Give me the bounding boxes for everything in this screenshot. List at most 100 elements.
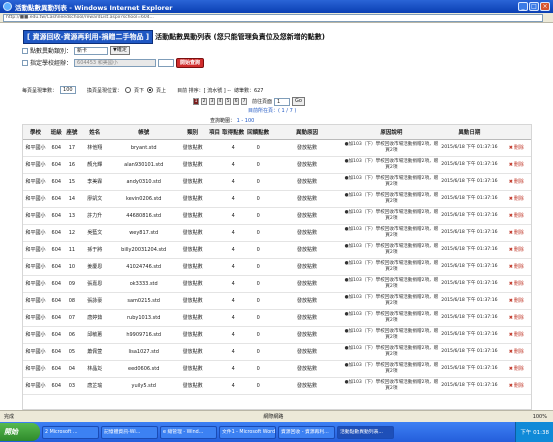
position-top-radio[interactable] — [147, 87, 154, 93]
minimize-button[interactable]: _ — [518, 2, 528, 11]
reason-cell: 發放點數 — [270, 360, 344, 378]
sort-info: 目前 排序：[ 流水號 ] -- — [177, 87, 231, 94]
delete-link[interactable]: ✖刪除 — [499, 309, 531, 327]
delete-icon: ✖ — [508, 246, 513, 253]
date-cell: 2015/6/18 下午 01:37:16 — [439, 326, 500, 344]
delete-icon: ✖ — [508, 144, 513, 151]
delete-link[interactable]: ✖刪除 — [499, 326, 531, 344]
delete-link[interactable]: ✖刪除 — [499, 139, 531, 157]
points-cell: 4 — [220, 309, 246, 327]
delete-link[interactable]: ✖刪除 — [499, 207, 531, 225]
page-button[interactable]: 2 — [201, 98, 207, 105]
description-cell: ●加103（下）學校回收市場活動捐贈2項，贈買2項 — [343, 292, 440, 310]
school-cell: 和平國小 — [23, 190, 48, 208]
reason-cell: 發放點數 — [270, 139, 344, 157]
class-cell: 604 — [47, 343, 65, 361]
category-cell: 發放點數 — [177, 343, 209, 361]
class-cell: 604 — [47, 309, 65, 327]
taskbar-item[interactable]: 記憶體資訊-Wi... — [101, 425, 158, 439]
school-checkbox[interactable] — [22, 59, 28, 66]
search-button[interactable]: 開始查詢 — [176, 57, 205, 68]
account-cell: 44680816.std — [110, 207, 177, 225]
feedback-cell: 0 — [245, 241, 271, 259]
category-confirm-button[interactable]: ▼確定 — [110, 46, 130, 55]
feedback-cell: 0 — [245, 258, 271, 276]
close-button[interactable]: × — [540, 2, 550, 11]
zoom-level[interactable]: 100% — [533, 414, 547, 420]
page-button[interactable]: 4 — [217, 98, 223, 105]
school-select[interactable]: 604453 和美國小 — [74, 58, 157, 67]
col-header[interactable]: 類別 — [177, 125, 209, 140]
page-button[interactable]: 3 — [209, 98, 215, 105]
delete-link[interactable]: ✖刪除 — [499, 190, 531, 208]
results-table: 學校 班級 座號 姓名 帳號 類別 項目 取得點數 回饋點數 異動原因 原因說明… — [22, 124, 532, 410]
col-header[interactable]: 學校 — [23, 125, 48, 140]
class-cell: 604 — [47, 224, 65, 242]
delete-link[interactable]: ✖刪除 — [499, 241, 531, 259]
per-page-select[interactable]: 100 — [60, 86, 77, 94]
class-cell: 604 — [47, 377, 65, 395]
taskbar-item[interactable]: 2 Microsoft ... — [42, 425, 99, 439]
page-button[interactable]: 5 — [225, 98, 231, 105]
maximize-button[interactable]: □ — [529, 2, 539, 11]
feedback-cell: 0 — [245, 190, 271, 208]
url-field[interactable]: http://■■.edu.tw/Cashneedschool/rewardLi… — [3, 14, 543, 22]
goto-input[interactable]: 1 — [274, 97, 291, 106]
delete-label: 刪除 — [513, 229, 524, 236]
position-bottom-radio[interactable] — [125, 87, 132, 93]
col-header[interactable]: 異動日期 — [439, 125, 500, 140]
taskbar: 開始 2 Microsoft ... 記憶體資訊-Wi... e 總管理 - W… — [0, 422, 553, 442]
col-header[interactable]: 姓名 — [79, 125, 111, 140]
feedback-cell: 0 — [245, 360, 271, 378]
feedback-cell: 0 — [245, 309, 271, 327]
col-header[interactable]: 原因說明 — [343, 125, 440, 140]
reason-cell: 發放點數 — [270, 258, 344, 276]
reason-cell: 發放點數 — [270, 173, 344, 191]
delete-link[interactable]: ✖刪除 — [499, 224, 531, 242]
delete-link[interactable]: ✖刪除 — [499, 156, 531, 174]
description-cell: ●加103（下）學校回收市場活動捐贈2項，贈買2項 — [343, 190, 440, 208]
taskbar-item[interactable]: e 總管理 - Wind... — [160, 425, 217, 439]
taskbar-item[interactable]: 文件1 - Microsoft Word — [219, 425, 276, 439]
col-header[interactable]: 異動原因 — [270, 125, 344, 140]
go-button[interactable]: Go — [292, 97, 305, 106]
school-code-input[interactable] — [158, 58, 175, 67]
status-text: 完成 — [4, 414, 15, 420]
name-cell: 邱敏蕙 — [79, 326, 111, 344]
start-button[interactable]: 開始 — [0, 423, 40, 441]
delete-label: 刪除 — [513, 331, 524, 338]
account-cell: andy0310.std — [110, 173, 177, 191]
delete-link[interactable]: ✖刪除 — [499, 360, 531, 378]
delete-link[interactable]: ✖刪除 — [499, 173, 531, 191]
taskbar-item[interactable]: 活動點數異動列表... — [337, 425, 394, 439]
delete-link[interactable]: ✖刪除 — [499, 292, 531, 310]
category-checkbox[interactable] — [22, 47, 28, 54]
category-select[interactable]: 新卡 — [74, 46, 109, 55]
col-header[interactable]: 取得點數 — [220, 125, 246, 140]
item-cell — [208, 377, 221, 395]
date-cell: 2015/6/18 下午 01:37:16 — [439, 241, 500, 259]
page-button[interactable]: 1 — [193, 98, 199, 105]
col-header[interactable]: 座號 — [64, 125, 80, 140]
date-cell: 2015/6/18 下午 01:37:16 — [439, 292, 500, 310]
col-header[interactable]: 項目 — [208, 125, 221, 140]
page-button[interactable]: 7 — [241, 98, 247, 105]
category-cell: 發放點數 — [177, 326, 209, 344]
col-header[interactable]: 帳號 — [110, 125, 177, 140]
delete-link[interactable]: ✖刪除 — [499, 275, 531, 293]
delete-link[interactable]: ✖刪除 — [499, 258, 531, 276]
description-cell: ●加103（下）學校回收市場活動捐贈2項，贈買2項 — [343, 377, 440, 395]
delete-link[interactable]: ✖刪除 — [499, 377, 531, 395]
delete-link[interactable]: ✖刪除 — [499, 343, 531, 361]
col-header[interactable]: 班級 — [47, 125, 65, 140]
date-cell: 2015/6/18 下午 01:37:16 — [439, 275, 500, 293]
delete-icon: ✖ — [508, 195, 513, 202]
delete-label: 刪除 — [513, 314, 524, 321]
school-cell: 和平國小 — [23, 139, 48, 157]
name-cell: 李美霖 — [79, 173, 111, 191]
name-cell: 吳藍文 — [79, 224, 111, 242]
col-header[interactable]: 回饋點數 — [245, 125, 271, 140]
taskbar-item[interactable]: 資源回收 - 資源再利... — [278, 425, 335, 439]
page-button[interactable]: 6 — [233, 98, 239, 105]
table-row: 和平國小 604 15 李美霖 andy0310.std 發放點數 4 0 發放點數 ●加103（… — [23, 173, 531, 191]
